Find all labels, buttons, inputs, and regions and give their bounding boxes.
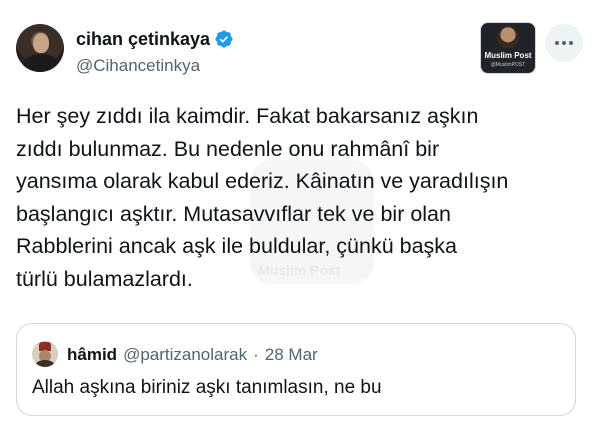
quoted-tweet[interactable]: hâmid @partizanolarak · 28 Mar Allah aşk…: [16, 323, 576, 416]
quoted-author-avatar: [32, 341, 58, 367]
quoted-separator: ·: [253, 345, 259, 364]
author-handle[interactable]: @Cihancetinkya: [76, 55, 200, 77]
tweet-card: Muslim Post cihan çetinkaya @Cihancetink…: [0, 0, 606, 432]
affiliate-name: Muslim Post: [484, 51, 532, 60]
tweet-text-line: başlangıcı aşktır. Mutasavvıflar tek ve …: [16, 201, 451, 226]
author-name-row: cihan çetinkaya: [76, 28, 234, 50]
quoted-tweet-date: 28 Mar: [264, 345, 318, 364]
tweet-text: Her şey zıddı ila kaimdir. Fakat bakarsa…: [16, 100, 576, 296]
affiliate-handle: @MuslimPOST: [490, 62, 526, 68]
affiliate-avatar: [498, 26, 518, 48]
avatar-body: [35, 360, 55, 367]
more-options-button[interactable]: [545, 24, 583, 62]
author-avatar[interactable]: [16, 24, 64, 72]
verified-badge-icon: [215, 30, 233, 48]
avatar-face: [33, 33, 49, 53]
quoted-tweet-header: hâmid @partizanolarak · 28 Mar: [67, 344, 318, 366]
avatar-body: [22, 54, 60, 72]
quoted-author-handle: @partizanolarak: [123, 345, 248, 364]
quoted-tweet-text: Allah aşkına biriniz aşkı tanımlasın, ne…: [32, 377, 382, 398]
tweet-text-line: Her şey zıddı ila kaimdir. Fakat bakarsa…: [16, 104, 479, 128]
tweet-text-line: zıddı bulunmaz. Bu nedenle onu rahmânî b…: [16, 136, 440, 161]
tweet-text-line: yansıma olarak kabul ederiz. Kâinatın ve…: [16, 169, 509, 194]
affiliate-badge[interactable]: Muslim Post @MuslimPOST: [480, 22, 536, 74]
tweet-text-line: Rabblerini ancak aşk ile buldular, çünkü…: [16, 234, 458, 259]
quoted-author-name: hâmid: [67, 345, 118, 364]
tweet-text-line: türlü bulamazlardı.: [16, 266, 193, 291]
more-horizontal-icon: [555, 41, 573, 45]
author-display-name[interactable]: cihan çetinkaya: [76, 28, 210, 50]
